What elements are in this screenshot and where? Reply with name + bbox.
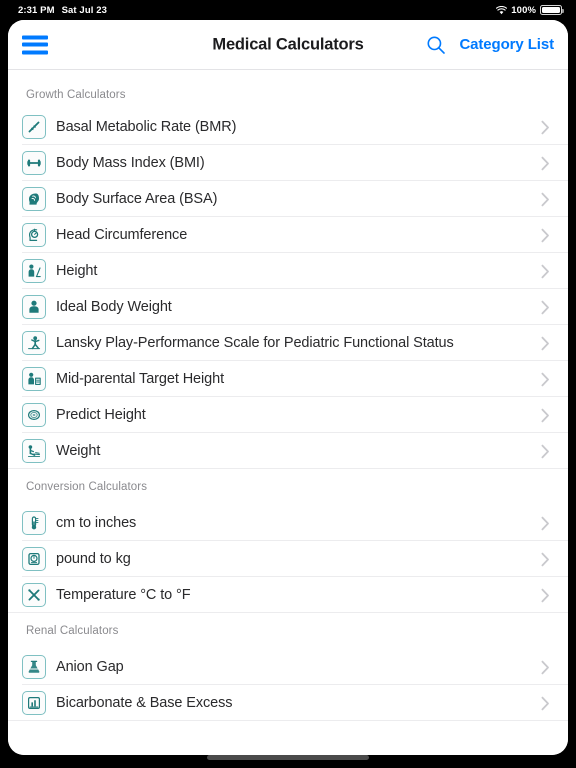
home-indicator	[207, 755, 369, 760]
calculator-row[interactable]: Body Mass Index (BMI)	[8, 145, 568, 181]
ipad-device-frame: 2:31 PM Sat Jul 23 100% Medical Calculat…	[0, 0, 576, 768]
calculator-row-label: Body Surface Area (BSA)	[56, 191, 218, 207]
calculator-row-label: Weight	[56, 443, 101, 459]
wifi-icon	[496, 5, 508, 15]
calculator-row[interactable]: pound to kg	[8, 541, 568, 577]
calculator-row[interactable]: Mid-parental Target Height	[8, 361, 568, 397]
lab-beaker-icon	[22, 691, 46, 715]
calculator-row-label: Temperature °C to °F	[56, 587, 191, 603]
chevron-right-icon	[541, 696, 550, 711]
chevron-right-icon	[541, 120, 550, 135]
calculator-row-label: Ideal Body Weight	[56, 299, 172, 315]
calculator-row-label: Mid-parental Target Height	[56, 371, 225, 387]
chevron-right-icon	[541, 300, 550, 315]
chevron-right-icon	[541, 588, 550, 603]
chevron-right-icon	[541, 444, 550, 459]
chevron-right-icon	[541, 660, 550, 675]
chevron-right-icon	[541, 228, 550, 243]
status-date: Sat Jul 23	[61, 4, 107, 16]
person-chart-icon	[22, 367, 46, 391]
child-weight-icon	[22, 439, 46, 463]
calculator-row-label: Head Circumference	[56, 227, 188, 243]
navigation-bar: Medical Calculators Category List	[8, 20, 568, 70]
scale-icon	[22, 547, 46, 571]
chevron-right-icon	[541, 516, 550, 531]
chevron-right-icon	[541, 264, 550, 279]
calculator-row[interactable]: Lansky Play-Performance Scale for Pediat…	[8, 325, 568, 361]
footprint-icon	[22, 403, 46, 427]
calculator-row-label: Lansky Play-Performance Scale for Pediat…	[56, 335, 454, 351]
calculator-row-label: Height	[56, 263, 98, 279]
chevron-right-icon	[541, 336, 550, 351]
calculator-row[interactable]: Predict Height	[8, 397, 568, 433]
section-header: Conversion Calculators	[8, 469, 568, 505]
category-list-button[interactable]: Category List	[459, 36, 554, 53]
ruler-icon	[22, 115, 46, 139]
chevron-right-icon	[541, 372, 550, 387]
dumbbell-icon	[22, 151, 46, 175]
person-height-icon	[22, 259, 46, 283]
calculator-row[interactable]: cm to inches	[8, 505, 568, 541]
calculator-row[interactable]: Height	[8, 253, 568, 289]
navigation-bar-right: Category List	[426, 35, 554, 55]
chevron-right-icon	[541, 156, 550, 171]
section-header: Growth Calculators	[8, 71, 568, 109]
calculator-row[interactable]: Weight	[8, 433, 568, 469]
status-bar-right: 100%	[496, 4, 564, 16]
calculator-row-label: Basal Metabolic Rate (BMR)	[56, 119, 237, 135]
thermometer-cross-icon	[22, 583, 46, 607]
calculator-row[interactable]: Basal Metabolic Rate (BMR)	[8, 109, 568, 145]
calculator-row[interactable]: Bicarbonate & Base Excess	[8, 685, 568, 721]
calculator-row-label: Bicarbonate & Base Excess	[56, 695, 233, 711]
head-measure-icon	[22, 223, 46, 247]
status-bar: 2:31 PM Sat Jul 23 100%	[0, 0, 576, 20]
calculator-row-label: Predict Height	[56, 407, 146, 423]
app-screen: Medical Calculators Category List Growth…	[8, 20, 568, 755]
calculator-row[interactable]: Temperature °C to °F	[8, 577, 568, 613]
status-time: 2:31 PM	[18, 4, 55, 16]
calculator-row[interactable]: Ideal Body Weight	[8, 289, 568, 325]
status-bar-left: 2:31 PM Sat Jul 23	[18, 5, 107, 16]
search-icon[interactable]	[426, 35, 446, 55]
calculator-row-label: cm to inches	[56, 515, 137, 531]
chevron-right-icon	[541, 192, 550, 207]
calculator-row[interactable]: Anion Gap	[8, 649, 568, 685]
chevron-right-icon	[541, 408, 550, 423]
measure-convert-icon	[22, 511, 46, 535]
battery-percent-label: 100%	[511, 4, 536, 16]
person-icon	[22, 295, 46, 319]
battery-icon	[540, 5, 564, 15]
calculator-row[interactable]: Head Circumference	[8, 217, 568, 253]
calculator-row-label: Body Mass Index (BMI)	[56, 155, 205, 171]
head-brain-icon	[22, 187, 46, 211]
calculator-row[interactable]: Body Surface Area (BSA)	[8, 181, 568, 217]
calculator-row-label: Anion Gap	[56, 659, 124, 675]
calculator-list[interactable]: Growth Calculators Basal Metabolic Rate (…	[8, 71, 568, 755]
section-header: Renal Calculators	[8, 613, 568, 649]
flask-icon	[22, 655, 46, 679]
chevron-right-icon	[541, 552, 550, 567]
child-play-icon	[22, 331, 46, 355]
calculator-row-label: pound to kg	[56, 551, 131, 567]
